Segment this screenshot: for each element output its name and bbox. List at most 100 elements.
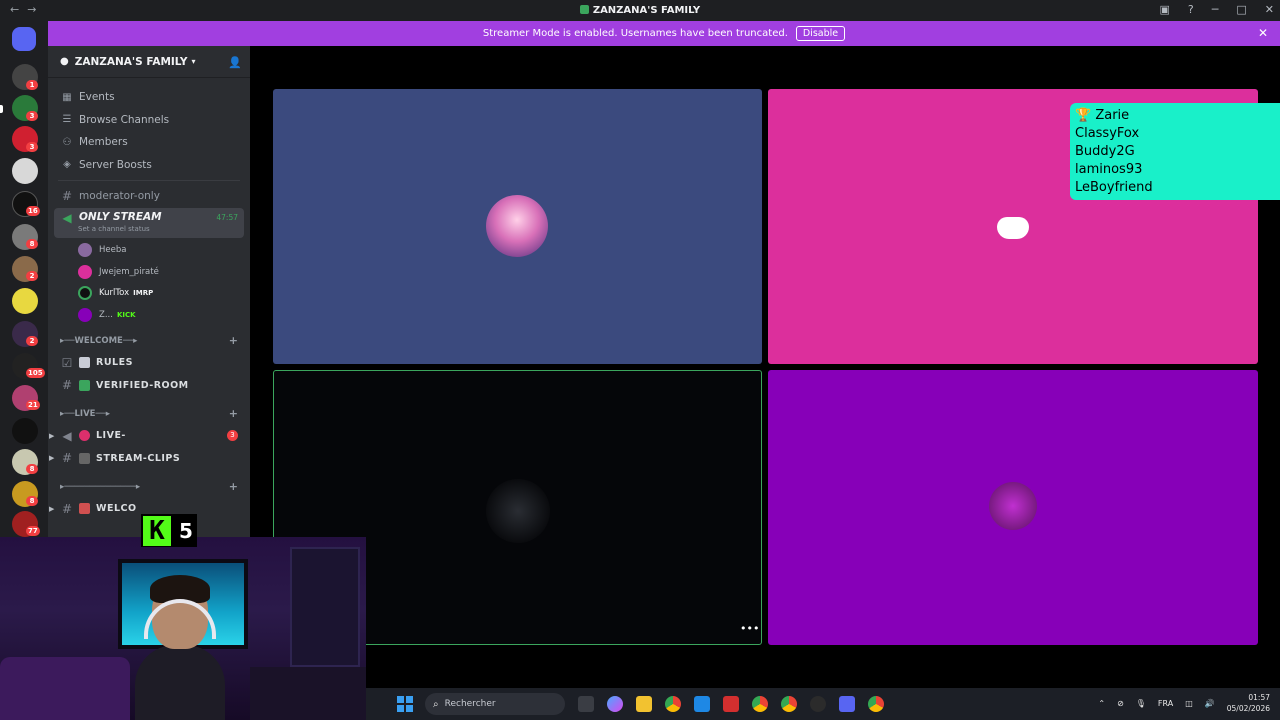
browse-channels-icon: ☰ [62,114,72,126]
voice-user[interactable]: Jwejem_piraté [48,261,250,283]
chrome-icon[interactable] [665,696,681,712]
user-avatar [486,479,550,543]
channel-verified-room[interactable]: # VERIFIED-ROOM [48,374,250,397]
book-icon [79,357,90,369]
voice-channel-only-stream[interactable]: ◀ ONLY STREAM Set a channel status 47:57 [54,207,244,238]
menu-server-boosts[interactable]: ◈ Server Boosts [48,154,250,177]
volume-icon[interactable]: 🔊 [1205,699,1215,708]
kick-viewer-counter: K 5 [141,514,197,547]
unread-badge: 3 [227,430,238,442]
server-name: ZANZANA'S FAMILY [74,55,188,68]
channel-name: ONLY STREAM [79,210,162,223]
discord-taskbar-icon[interactable] [839,696,855,712]
invite-people-icon[interactable]: 👤 [228,56,242,69]
more-options-icon[interactable]: ••• [740,622,759,635]
server-badge: 2 [26,336,38,346]
voice-user[interactable]: KurlTox IMRP [48,283,250,305]
category-unnamed[interactable]: ▸──────────────▸ + [48,476,250,498]
banner-text: Streamer Mode is enabled. Usernames have… [482,28,788,39]
server-badge: 8 [26,496,38,506]
chrome-profile-icon[interactable] [752,696,768,712]
leaderboard-name: Zarie [1095,108,1130,123]
clock[interactable]: 01:57 05/02/2026 [1227,692,1270,714]
rules-icon: ☑ [61,355,73,370]
taskbar-search[interactable]: ⌕ Rechercher [425,693,565,715]
clapper-icon [79,452,90,464]
server-list: 1 3 3 16 8 2 2 105 21 8 8 77 [0,21,48,537]
channel-moderator-only[interactable]: # moderator-only [48,185,250,208]
server-badge: 3 [26,111,38,121]
wifi-icon[interactable]: ◫ [1185,699,1193,708]
hash-icon: # [61,451,73,466]
expand-arrow-icon: ▶ [49,454,55,463]
menu-browse-channels[interactable]: ☰ Browse Channels [48,109,250,132]
user-name: Heeba [99,245,127,256]
add-channel-icon[interactable]: + [229,480,238,493]
voice-user[interactable]: Heeba [48,240,250,262]
server-badge: 21 [26,400,40,410]
mic-icon[interactable]: 🎙 [1136,699,1146,708]
hash-icon: # [61,189,73,204]
task-view-icon[interactable] [578,696,594,712]
server-header[interactable]: ● ZANZANA'S FAMILY ▾ 👤 [48,46,250,78]
user-avatar [989,482,1037,530]
streamer-person [135,575,225,720]
window-titlebar: ←→ ZANZANA'S FAMILY ▣ ? ─ □ ✕ [0,0,1280,21]
hash-icon: # [61,501,73,516]
tray-chevron-icon[interactable]: ⌃ [1098,699,1105,708]
copilot-icon[interactable] [607,696,623,712]
minimize-icon[interactable]: ─ [1212,3,1219,16]
add-channel-icon[interactable]: + [229,334,238,347]
windows-taskbar: ⌕ Rechercher ⌃ ⊘ 🎙 FRA ◫ 🔊 01:57 05/02/202… [366,688,1280,720]
discord-home-icon[interactable] [12,27,36,51]
inbox-icon[interactable]: ▣ [1160,3,1170,16]
server-icon-12[interactable] [12,418,38,444]
search-placeholder: Rechercher [444,699,496,709]
clock-time: 01:57 [1248,693,1270,702]
server-verified-icon: ● [60,56,69,67]
help-icon[interactable]: ? [1188,3,1194,16]
server-icon-8[interactable] [12,288,38,314]
channel-stream-clips[interactable]: ▶ # STREAM-CLIPS [48,447,250,470]
leaderboard-overlay: 🏆 Zarie ClassyFox Buddy2G laminos93 LeBo… [1070,103,1280,200]
channel-rules[interactable]: ☑ RULES [48,352,250,375]
channel-name: LIVE- [96,430,126,442]
menu-members[interactable]: ⚇ Members [48,131,250,154]
add-channel-icon[interactable]: + [229,407,238,420]
channel-status[interactable]: Set a channel status [78,225,150,233]
boost-icon: ◈ [63,159,71,171]
category-live[interactable]: ▸── LIVE ──▸ + [48,403,250,425]
avatar [78,286,92,301]
obs-icon[interactable] [810,696,826,712]
kick-logo-icon: K [143,515,171,546]
server-badge: 8 [26,239,38,249]
close-banner-icon[interactable]: ✕ [1258,26,1268,40]
video-tile-user-4[interactable] [768,370,1258,645]
file-explorer-icon[interactable] [636,696,652,712]
channel-live[interactable]: ▶ ◀ LIVE- 3 [48,425,250,448]
kick-count: 5 [179,518,193,543]
divider [58,180,240,181]
window-title: ZANZANA'S FAMILY [0,5,1280,16]
server-icon-4[interactable] [12,158,38,184]
close-window-icon[interactable]: ✕ [1265,3,1274,16]
app-w-icon[interactable] [723,696,739,712]
video-tile-user-1[interactable] [273,89,762,364]
server-badge: 3 [26,142,38,152]
user-avatar [486,195,548,257]
avatar [78,243,92,258]
maximize-icon[interactable]: □ [1236,3,1246,16]
menu-events[interactable]: ▦ Events [48,86,250,109]
store-icon[interactable] [694,696,710,712]
network-icon[interactable]: ⊘ [1117,699,1124,708]
disable-streamer-mode-button[interactable]: Disable [795,26,846,41]
avatar [78,307,92,322]
search-icon: ⌕ [433,698,439,710]
voice-user[interactable]: Z... KICK [48,304,250,326]
category-name: LIVE [74,408,96,419]
category-welcome[interactable]: ▸── WELCOME ──▸ + [48,330,250,352]
windows-start-icon[interactable] [397,696,413,712]
language-indicator[interactable]: FRA [1158,699,1173,708]
chrome-profile-3-icon[interactable] [868,696,884,712]
chrome-profile-2-icon[interactable] [781,696,797,712]
